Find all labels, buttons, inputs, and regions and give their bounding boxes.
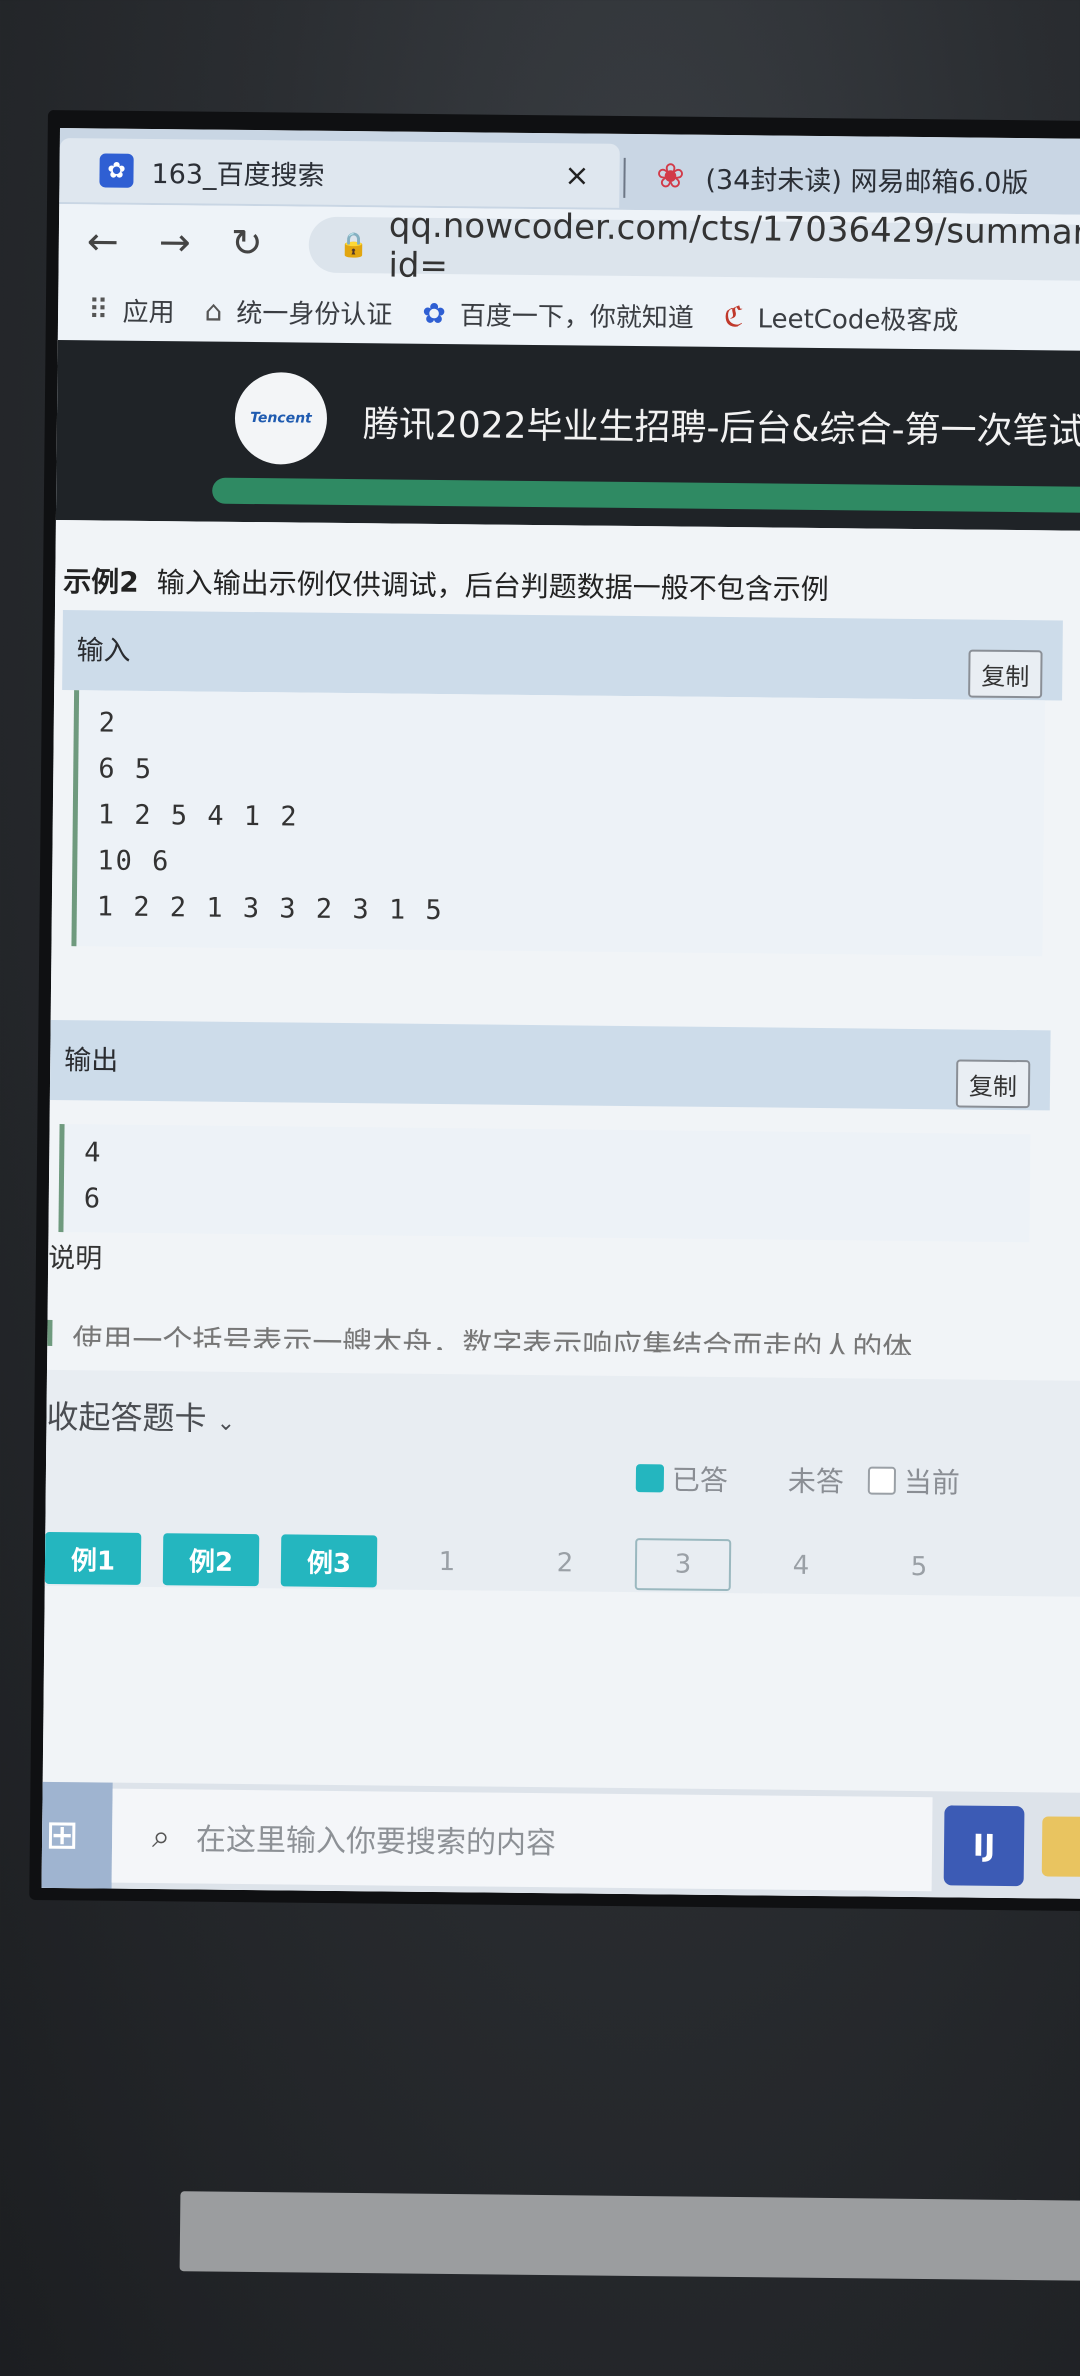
windows-taskbar: ⊞ ⌕ 在这里输入你要搜索的内容 IJ <box>41 1781 1080 1899</box>
tab-mail[interactable]: ❀ (34封未读) 网易邮箱6.0版 <box>633 144 1080 213</box>
example-1-button[interactable]: 例1 <box>44 1531 142 1585</box>
tab-label: 163_百度搜索 <box>151 158 325 192</box>
leetcode-icon: ℭ <box>723 299 744 333</box>
tab-baidu-search[interactable]: ✿ 163_百度搜索 × <box>59 137 620 208</box>
app-label: IJ <box>972 1828 996 1864</box>
reload-icon[interactable]: ↻ <box>219 221 275 266</box>
tab-label: (34封未读) 网易邮箱6.0版 <box>705 164 1029 199</box>
legend-current: 当前 <box>903 1465 961 1500</box>
search-icon: ⌕ <box>151 1816 171 1855</box>
answered-swatch <box>635 1464 665 1493</box>
input-code-block: 2 6 5 1 2 5 4 1 2 10 6 1 2 2 1 3 3 2 3 1… <box>71 690 1046 957</box>
bookmark-apps[interactable]: ⠿ 应用 <box>88 291 175 329</box>
forward-arrow-icon[interactable]: → <box>147 220 203 265</box>
collapse-label: 收起答题卡 <box>46 1397 207 1438</box>
current-swatch <box>867 1466 897 1495</box>
input-label: 输入 <box>76 635 131 667</box>
exam-header: Tencent 腾讯2022毕业生招聘-后台&综合-第一次笔试 <box>55 339 1080 531</box>
taskbar-search-placeholder: 在这里输入你要搜索的内容 <box>195 1822 557 1862</box>
question-2-button[interactable]: 2 <box>517 1537 614 1590</box>
output-label: 输出 <box>64 1045 119 1077</box>
copy-input-button[interactable]: 复制 <box>968 649 1043 699</box>
question-4-button[interactable]: 4 <box>753 1539 850 1592</box>
example-title: 示例2 <box>63 565 139 599</box>
legend-unanswered: 未答 <box>787 1464 845 1499</box>
lock-icon: 🔒 <box>338 230 369 260</box>
collapse-answer-card-button[interactable]: 收起答题卡 ⌄ <box>46 1392 235 1440</box>
laptop-hinge <box>179 2191 1080 2281</box>
output-line: 6 <box>83 1183 103 1215</box>
baidu-paw-icon: ✿ <box>422 296 447 330</box>
output-panel-header: 输出 复制 <box>49 1019 1051 1111</box>
bookmark-label: 百度一下，你就知道 <box>459 300 695 334</box>
example-2-button[interactable]: 例2 <box>162 1533 260 1587</box>
url-field[interactable]: 🔒 qq.nowcoder.com/cts/17036429/summary?i… <box>308 205 1080 286</box>
input-panel-header: 输入 复制 <box>62 610 1063 701</box>
close-tab-icon[interactable]: × <box>564 158 590 193</box>
netease-mail-icon: ❀ <box>656 156 685 197</box>
logo-text: Tencent <box>250 410 312 427</box>
explanation-text: 使用一个括号表示一艘木舟，数字表示响应集结合而走的人的体 <box>47 1319 913 1355</box>
output-code-block: 4 6 <box>58 1124 1031 1243</box>
answer-legend: 已答 未答 当前 <box>635 1458 961 1501</box>
question-5-button[interactable]: 5 <box>871 1541 968 1594</box>
apps-grid-icon: ⠿ <box>87 292 109 327</box>
baidu-paw-icon: ✿ <box>99 153 134 188</box>
browser-window: ✿ 163_百度搜索 × ❀ (34封未读) 网易邮箱6.0版 ← → ↻ 🔒 … <box>41 128 1080 1899</box>
example-3-button[interactable]: 例3 <box>280 1534 378 1588</box>
bookmark-unified-auth[interactable]: ⌂ 统一身份认证 <box>204 292 392 331</box>
tencent-logo: Tencent <box>234 371 328 465</box>
back-arrow-icon[interactable]: ← <box>75 219 131 264</box>
example-heading: 示例2 输入输出示例仅供调试，后台判题数据一般不包含示例 <box>63 560 829 608</box>
chevron-down-icon: ⌄ <box>216 1410 236 1436</box>
bookmark-baidu[interactable]: ✿ 百度一下，你就知道 <box>422 294 694 334</box>
taskbar-search-box[interactable]: ⌕ 在这里输入你要搜索的内容 <box>111 1788 933 1892</box>
question-content: 示例2 输入输出示例仅供调试，后台判题数据一般不包含示例 输入 复制 2 6 5 … <box>41 519 1080 1899</box>
exam-title: 腾讯2022毕业生招聘-后台&综合-第一次笔试 <box>362 404 1080 453</box>
home-icon: ⌂ <box>204 294 223 328</box>
bookmark-label: LeetCode极客成 <box>757 303 959 336</box>
intellij-app-icon[interactable]: IJ <box>943 1805 1025 1887</box>
answer-card: 收起答题卡 ⌄ 已答 未答 当前 例1 例2 例3 1 2 3 4 5 <box>44 1369 1080 1597</box>
question-nav: 例1 例2 例3 1 2 3 4 5 <box>44 1531 989 1594</box>
bookmark-leetcode[interactable]: ℭ LeetCode极客成 <box>724 297 959 336</box>
tab-divider <box>623 157 626 198</box>
windows-start-icon[interactable]: ⊞ <box>41 1781 113 1889</box>
input-line: 1 2 2 1 3 3 2 3 1 5 <box>96 891 444 927</box>
explanation-label: 说明 <box>47 1242 103 1275</box>
example-note: 输入输出示例仅供调试，后台判题数据一般不包含示例 <box>156 566 829 607</box>
question-1-button[interactable]: 1 <box>399 1536 496 1589</box>
exam-progress-bar <box>212 477 1080 514</box>
legend-answered: 已答 <box>671 1463 729 1498</box>
url-text: qq.nowcoder.com/cts/17036429/summary?id= <box>388 205 1080 287</box>
bookmark-label: 应用 <box>122 297 175 328</box>
question-3-button[interactable]: 3 <box>634 1538 732 1592</box>
copy-output-button[interactable]: 复制 <box>955 1059 1031 1109</box>
address-bar-row: ← → ↻ 🔒 qq.nowcoder.com/cts/17036429/sum… <box>58 203 1080 289</box>
tab-bar: ✿ 163_百度搜索 × ❀ (34封未读) 网易邮箱6.0版 <box>59 128 1080 215</box>
bookmark-label: 统一身份认证 <box>236 298 393 330</box>
file-explorer-icon[interactable] <box>1041 1816 1080 1878</box>
